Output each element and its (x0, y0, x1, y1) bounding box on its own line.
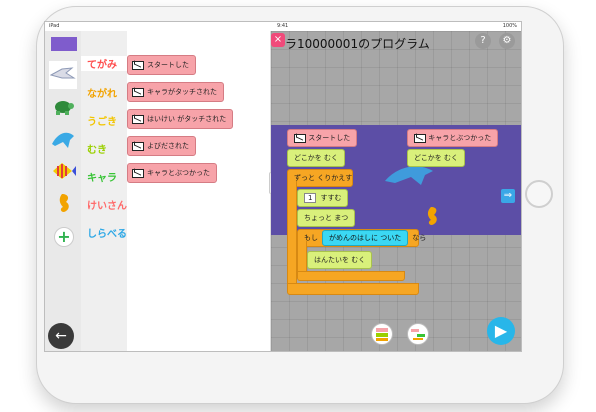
bird-icon (50, 67, 76, 79)
block-label: ちょっと まつ (304, 214, 349, 222)
event-block-collide[interactable]: キャラとぶつかった (407, 129, 499, 147)
envelope-icon (132, 168, 144, 178)
block-shuffle-icon[interactable] (407, 323, 429, 345)
script-area: × ラ10000001のプログラム ? ⚙ スタートした どこかを むく ずっと… (271, 31, 521, 351)
block-move[interactable]: 1 すすむ (297, 189, 349, 207)
device-label: iPad (49, 23, 60, 29)
category-nagare[interactable]: ながれ (87, 85, 117, 100)
palette-block-label: キャラがタッチされた (147, 88, 217, 96)
envelope-icon (414, 133, 426, 143)
sensor-edge-block[interactable]: がめんのはしに ついた (322, 230, 409, 246)
category-tegami[interactable]: てがみ (81, 56, 127, 71)
palette-block-label: はいけい がタッチされた (147, 115, 227, 123)
if-block-bar (297, 241, 307, 275)
character-striped-fish[interactable] (49, 157, 77, 185)
event-start-label: スタートした (308, 134, 351, 142)
seahorse-icon (427, 207, 437, 225)
dolphin-icon (52, 132, 74, 148)
status-time: 9:41 (277, 23, 289, 29)
category-column: てがみ ながれ うごき むき キャラ けいさん しらべる (81, 31, 127, 351)
envelope-icon (132, 141, 144, 151)
home-button[interactable] (525, 180, 553, 208)
forever-loop-bar (287, 181, 297, 283)
palette-block-label: よびだされた (147, 142, 189, 150)
palette-block-called[interactable]: よびだされた (127, 136, 196, 156)
seahorse-icon (59, 194, 69, 212)
block-label: どこかを むく (294, 154, 339, 162)
envelope-icon (132, 87, 144, 97)
block-label: すすむ (320, 194, 342, 202)
block-label: はんたいを むく (314, 256, 366, 264)
envelope-icon (132, 114, 144, 124)
block-if[interactable]: もし がめんのはしに ついた なら (297, 229, 426, 247)
scroll-right-arrow[interactable]: ⇒ (501, 189, 515, 203)
palette-block-chara-touched[interactable]: キャラがタッチされた (127, 82, 224, 102)
if-block-end (297, 271, 405, 281)
gear-icon[interactable]: ⚙ (499, 33, 515, 49)
category-keisan[interactable]: けいさん (87, 197, 127, 212)
move-steps-input[interactable]: 1 (304, 193, 317, 203)
back-button[interactable]: ← (48, 323, 74, 349)
battery-label: 100% (502, 23, 517, 29)
turtle-icon (55, 101, 74, 115)
screen: iPad 9:41 100% + ← てがみ ながれ うごき むき キャラ けい… (44, 21, 522, 352)
character-dolphin[interactable] (49, 125, 77, 153)
character-bird[interactable] (49, 61, 77, 89)
block-wait[interactable]: ちょっと まつ (297, 209, 356, 227)
if-tail-label: なら (412, 234, 427, 242)
striped-fish-icon (53, 163, 76, 179)
sensor-label: がめんのはしに ついた (329, 234, 402, 242)
category-muki[interactable]: むき (87, 141, 107, 156)
category-shiraberu[interactable]: しらべる (87, 225, 127, 240)
help-button[interactable]: ? (475, 33, 491, 49)
forever-loop-end (287, 283, 419, 295)
add-character-button[interactable]: + (54, 227, 74, 247)
block-palette: スタートした キャラがタッチされた はいけい がタッチされた よびだされた キャ… (127, 31, 271, 351)
event-block-start[interactable]: スタートした (287, 129, 358, 147)
stage-color-swatch[interactable] (51, 37, 77, 51)
play-button[interactable]: ▶ (487, 317, 515, 345)
block-label: どこかを むく (414, 154, 459, 162)
category-ugoki[interactable]: うごき (87, 113, 117, 128)
status-bar: iPad 9:41 100% (45, 22, 521, 31)
category-kyara[interactable]: キャラ (87, 169, 117, 184)
character-turtle[interactable] (49, 93, 77, 121)
palette-block-label: スタートした (147, 61, 189, 69)
block-face-random[interactable]: どこかを むく (287, 149, 346, 167)
envelope-icon (132, 60, 144, 70)
close-icon[interactable]: × (271, 33, 285, 47)
palette-block-start[interactable]: スタートした (127, 55, 196, 75)
character-seahorse[interactable] (49, 189, 77, 217)
palette-block-bg-touched[interactable]: はいけい がタッチされた (127, 109, 234, 129)
block-reverse[interactable]: はんたいを むく (307, 251, 373, 269)
page-title: ラ10000001のプログラム (285, 37, 430, 51)
palette-block-collide[interactable]: キャラとぶつかった (127, 163, 217, 183)
block-label: ずっと くりかえす (294, 174, 353, 182)
envelope-icon (294, 133, 306, 143)
block-stack-icon[interactable] (371, 323, 393, 345)
palette-block-label: キャラとぶつかった (147, 169, 210, 177)
block-face-random-2[interactable]: どこかを むく (407, 149, 466, 167)
event-collide-label: キャラとぶつかった (428, 134, 492, 142)
